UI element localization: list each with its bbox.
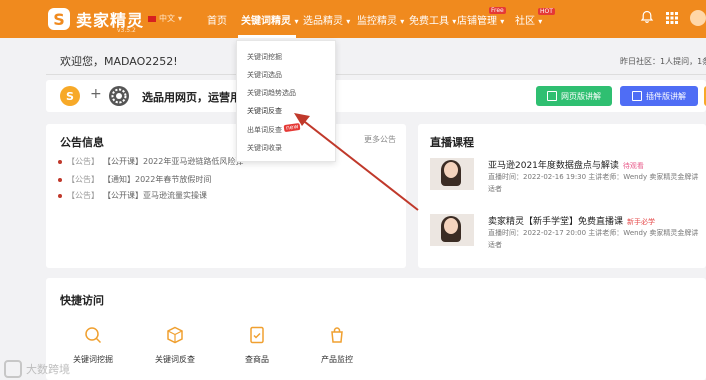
announcement-text: 【公开课】亚马逊流量实操课 xyxy=(103,191,207,200)
screen-icon xyxy=(632,91,642,101)
course-item[interactable]: 卖家精灵【新手学堂】免费直播课 新手必学 直播时间：2022-02-17 20:0… xyxy=(430,214,706,254)
course-meta: 直播时间：2022-02-17 20:00 主讲老师：Wendy 卖家精灵金牌讲 xyxy=(488,229,699,237)
quick-label: 产品监控 xyxy=(321,355,353,364)
plugin-tutorial-button[interactable]: 插件版讲解 xyxy=(620,86,698,106)
quick-label: 查商品 xyxy=(245,355,269,364)
nav-home[interactable]: 首页 xyxy=(207,12,227,27)
announcement-tag: 【公告】 xyxy=(67,157,99,166)
quick-product-lookup[interactable]: 查商品 xyxy=(222,326,292,365)
tool-promo-bar: S + 选品用网页，运营用插 网页版讲解 插件版讲解 xyxy=(46,80,706,112)
quick-access-panel: 快捷访问 关键词挖掘 关键词反查 查商品 产品监控 xyxy=(46,278,706,380)
course-meta: 直播时间：2022-02-16 19:30 主讲老师：Wendy 卖家精灵金牌讲 xyxy=(488,173,699,181)
hot-badge: HOT xyxy=(538,8,555,15)
course-status-tag: 待观看 xyxy=(622,162,644,170)
chevron-down-icon: ▾ xyxy=(500,17,505,26)
course-audience: 适者 xyxy=(488,185,502,193)
announcement-item[interactable]: 【公告】 【公开课】2022年亚马逊链路低风险弹 xyxy=(58,156,243,167)
live-course-title: 直播课程 xyxy=(430,136,474,149)
nav-product-elf[interactable]: 选品精灵 ▾ xyxy=(303,12,350,27)
watermark-logo-icon xyxy=(4,360,22,378)
lecturer-thumbnail xyxy=(430,158,474,190)
nav-product-elf-label: 选品精灵 xyxy=(303,16,343,27)
bullet-dot xyxy=(58,193,62,198)
quick-access-title: 快捷访问 xyxy=(60,294,104,307)
user-avatar[interactable] xyxy=(690,10,706,26)
quick-keyword-reverse[interactable]: 关键词反查 xyxy=(140,326,210,365)
language-label: 中文 xyxy=(159,14,175,23)
menu-item-keyword-reverse[interactable]: 关键词反查 xyxy=(247,106,282,116)
course-item[interactable]: 亚马逊2021年度数据盘点与解读 待观看 直播时间：2022-02-16 19:3… xyxy=(430,158,706,198)
announcement-item[interactable]: 【公告】 【公开课】亚马逊流量实操课 xyxy=(58,190,207,201)
announcement-tag: 【公告】 xyxy=(67,191,99,200)
nav-free-tools[interactable]: 免费工具 ▾ xyxy=(409,12,456,27)
announcement-panel: 公告信息 更多公告 【公告】 【公开课】2022年亚马逊链路低风险弹 【公告】 … xyxy=(46,124,406,268)
bullet-dot xyxy=(58,177,62,182)
chevron-down-icon: ▾ xyxy=(400,17,405,26)
nav-monitor-elf-label: 监控精灵 xyxy=(357,16,397,27)
live-course-panel: 直播课程 亚马逊2021年度数据盘点与解读 待观看 直播时间：2022-02-16… xyxy=(418,124,706,268)
china-flag-icon xyxy=(148,15,156,22)
bell-icon[interactable] xyxy=(640,10,654,24)
monitor-bag-icon xyxy=(331,327,343,343)
announcement-title: 公告信息 xyxy=(60,136,104,149)
announcement-text: 【公开课】2022年亚马逊链路低风险弹 xyxy=(103,157,244,166)
menu-item-keyword-selection[interactable]: 关键词选品 xyxy=(247,70,282,80)
language-selector[interactable]: 中文 ▾ xyxy=(148,13,182,24)
announcement-tag: 【公告】 xyxy=(67,175,99,184)
screen-icon xyxy=(547,91,557,101)
nav-free-tools-label: 免费工具 xyxy=(409,16,449,27)
nav-store-manage-label: 店铺管理 xyxy=(457,16,497,27)
gear-icon xyxy=(109,86,129,106)
course-title: 亚马逊2021年度数据盘点与解读 待观看 xyxy=(488,161,644,171)
divider xyxy=(46,74,706,75)
active-nav-indicator xyxy=(238,35,296,38)
logo-icon[interactable]: S xyxy=(48,8,70,30)
chevron-down-icon: ▾ xyxy=(538,17,543,26)
quick-label: 关键词反查 xyxy=(155,355,195,364)
quick-product-monitor[interactable]: 产品监控 xyxy=(302,326,372,365)
free-badge: Free xyxy=(489,7,506,14)
lecturer-thumbnail xyxy=(430,214,474,246)
course-status-tag: 新手必学 xyxy=(627,218,656,226)
keyword-search-icon xyxy=(85,327,102,344)
community-stats: 昨日社区：1人提问，1条解 xyxy=(620,57,706,66)
web-tutorial-label: 网页版讲解 xyxy=(561,91,601,101)
nav-keyword-elf-label: 关键词精灵 xyxy=(241,16,291,27)
web-tutorial-button[interactable]: 网页版讲解 xyxy=(536,86,612,106)
seller-elf-coin-icon: S xyxy=(60,86,80,106)
more-announcements-link[interactable]: 更多公告 xyxy=(364,134,396,145)
plus-icon: + xyxy=(90,86,102,102)
nav-store-manage[interactable]: 店铺管理 ▾ xyxy=(457,12,504,27)
keyword-elf-dropdown: 关键词挖掘 关键词选品 关键词趋势选品 关键词反查 出单词反查 关键词收录 xyxy=(236,40,336,162)
bullet-dot xyxy=(58,159,62,164)
chevron-down-icon: ▾ xyxy=(294,17,299,26)
cube-icon xyxy=(167,326,183,344)
announcement-text: 【通知】2022年春节放假时间 xyxy=(103,175,212,184)
apps-grid-icon[interactable] xyxy=(666,12,678,24)
menu-item-keyword-mining[interactable]: 关键词挖掘 xyxy=(247,52,282,62)
nav-community-label: 社区 xyxy=(515,16,535,27)
chevron-down-icon: ▾ xyxy=(346,17,351,26)
menu-item-order-word-reverse[interactable]: 出单词反查 xyxy=(247,125,282,135)
menu-item-keyword-indexing[interactable]: 关键词收录 xyxy=(247,143,282,153)
app-version: v3.5.2 xyxy=(117,27,136,34)
chevron-down-icon: ▾ xyxy=(452,17,457,26)
welcome-message: 欢迎您，MADAO2252! xyxy=(60,55,178,68)
nav-monitor-elf[interactable]: 监控精灵 ▾ xyxy=(357,12,404,27)
chevron-down-icon: ▾ xyxy=(178,14,183,23)
watermark-text: 大数跨境 xyxy=(26,363,70,376)
watermark: 大数跨境 xyxy=(4,360,70,378)
plugin-tutorial-label: 插件版讲解 xyxy=(646,91,686,101)
document-check-icon xyxy=(250,326,264,344)
course-title: 卖家精灵【新手学堂】免费直播课 新手必学 xyxy=(488,217,656,227)
course-audience: 适者 xyxy=(488,241,502,249)
nav-keyword-elf[interactable]: 关键词精灵 ▾ xyxy=(241,12,299,27)
announcement-item[interactable]: 【公告】 【通知】2022年春节放假时间 xyxy=(58,174,211,185)
menu-item-keyword-trend-selection[interactable]: 关键词趋势选品 xyxy=(247,88,296,98)
